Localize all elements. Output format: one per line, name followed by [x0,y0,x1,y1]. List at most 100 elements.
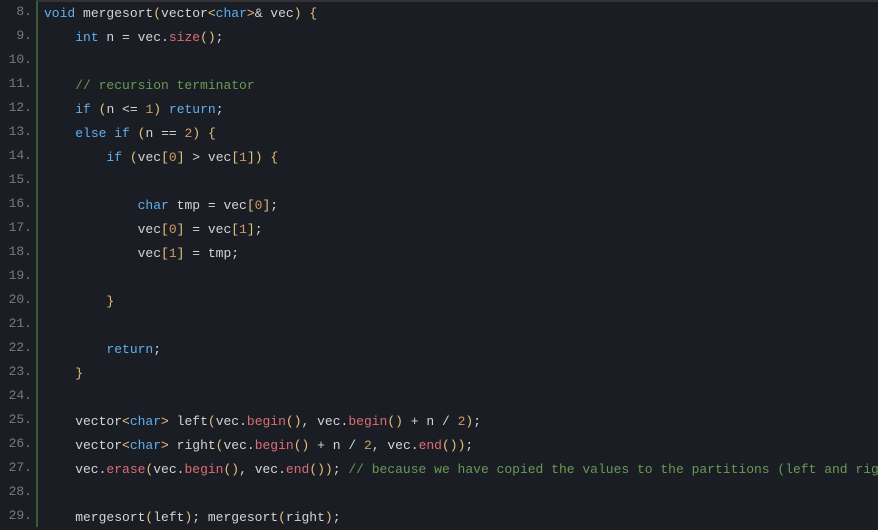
token: ) [325,510,333,525]
token: ) [294,6,302,21]
code-line[interactable]: char tmp = vec[0]; [44,194,878,218]
token: ; [270,198,278,213]
token: ( [153,6,161,21]
line-number: 22. [0,336,32,360]
token [44,342,106,357]
code-line[interactable]: int n = vec.size(); [44,26,878,50]
token: 0 [169,222,177,237]
token: vec. [153,462,184,477]
line-number: 11. [0,72,32,96]
token: begin [348,414,387,429]
code-line[interactable]: else if (n == 2) { [44,122,878,146]
token: end [419,438,442,453]
token: = tmp [184,246,231,261]
token: left [153,510,184,525]
token: vec [44,246,161,261]
code-line[interactable]: mergesort(left); mergesort(right); [44,506,878,530]
token: ; [473,414,481,429]
token: ] [177,150,185,165]
token: [ [161,222,169,237]
line-number: 8. [0,0,32,24]
code-line[interactable] [44,170,878,194]
code-line[interactable]: vector<char> left(vec.begin(), vec.begin… [44,410,878,434]
code-line[interactable]: if (n <= 1) return; [44,98,878,122]
code-line[interactable]: vector<char> right(vec.begin() + n / 2, … [44,434,878,458]
code-line[interactable]: vec[0] = vec[1]; [44,218,878,242]
line-number: 28. [0,480,32,504]
token [44,30,75,45]
code-line[interactable]: } [44,290,878,314]
token: size [169,30,200,45]
token: n == [145,126,184,141]
token: ; [231,246,239,261]
code-line[interactable]: if (vec[0] > vec[1]) { [44,146,878,170]
token [122,150,130,165]
code-line[interactable] [44,314,878,338]
line-number: 17. [0,216,32,240]
token: ( [208,414,216,429]
token: ) [153,102,161,117]
token: ; [255,222,263,237]
token [130,126,138,141]
line-number: 26. [0,432,32,456]
token: vec. [223,438,254,453]
token: ; [333,510,341,525]
code-line[interactable]: vec.erase(vec.begin(), vec.end()); // be… [44,458,878,482]
line-number: 24. [0,384,32,408]
token: ] [247,222,255,237]
token: // because we have copied the values to … [348,462,878,477]
token: if [75,102,91,117]
token: 0 [169,150,177,165]
token: > [161,438,169,453]
token: () [294,438,310,453]
token: 1 [239,150,247,165]
token: [ [247,198,255,213]
token [44,366,75,381]
token: int [75,30,98,45]
token [44,126,75,141]
line-number: 13. [0,120,32,144]
line-number: 16. [0,192,32,216]
token: () [286,414,302,429]
token: + n / [309,438,364,453]
line-number: 14. [0,144,32,168]
token: return [106,342,153,357]
token: char [130,438,161,453]
code-line[interactable] [44,386,878,410]
token: n <= [106,102,145,117]
token: ) [192,126,200,141]
token: mergesort [75,6,153,21]
token: = vec [184,222,231,237]
line-number: 15. [0,168,32,192]
token: , vec. [239,462,286,477]
token: mergesort [44,510,145,525]
line-number: 9. [0,24,32,48]
token: ()) [442,438,465,453]
line-number: 23. [0,360,32,384]
token: ; [216,102,224,117]
token: else [75,126,106,141]
token: , vec. [302,414,349,429]
code-line[interactable]: void mergesort(vector<char>& vec) { [44,2,878,26]
code-line[interactable] [44,482,878,506]
code-area[interactable]: void mergesort(vector<char>& vec) { int … [36,0,878,527]
token: char [216,6,247,21]
code-line[interactable] [44,50,878,74]
token: char [138,198,169,213]
code-line[interactable]: } [44,362,878,386]
code-line[interactable]: return; [44,338,878,362]
token [200,126,208,141]
code-line[interactable]: vec[1] = tmp; [44,242,878,266]
token: // recursion terminator [75,78,254,93]
token: < [208,6,216,21]
code-line[interactable]: // recursion terminator [44,74,878,98]
token: [ [231,222,239,237]
token: right [169,438,216,453]
token: 1 [169,246,177,261]
token [44,198,138,213]
token: if [106,150,122,165]
token: ()) [309,462,332,477]
code-line[interactable] [44,266,878,290]
line-number: 25. [0,408,32,432]
token: ( [130,150,138,165]
